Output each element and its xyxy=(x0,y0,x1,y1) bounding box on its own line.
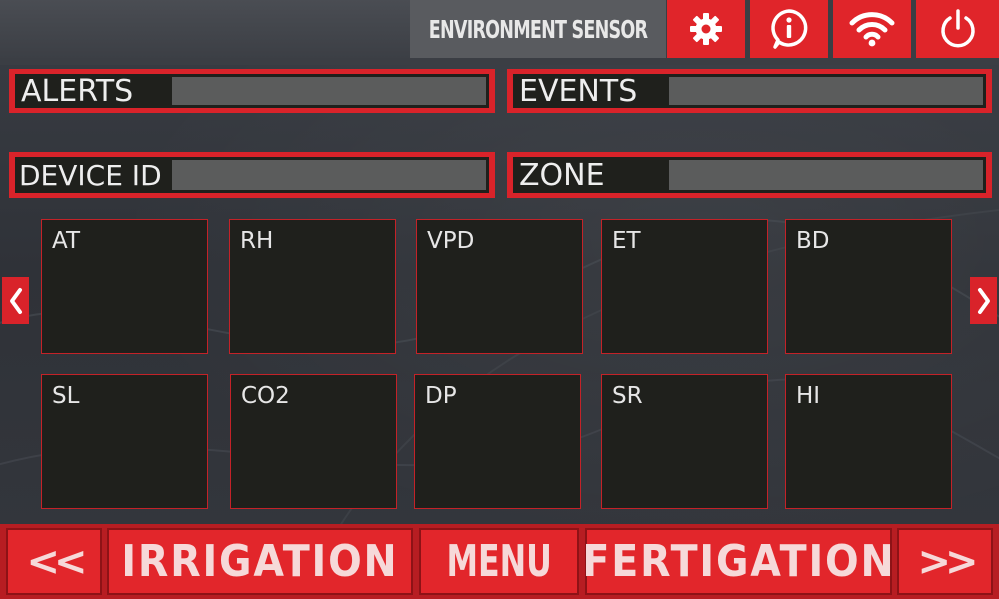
tile-label: SR xyxy=(612,383,643,409)
info-icon xyxy=(771,9,808,49)
sensor-tile-hi[interactable]: HI xyxy=(785,374,952,509)
tile-label: RH xyxy=(240,228,274,254)
double-chevron-left-icon: << xyxy=(26,538,87,585)
device-id-panel: DEVICE ID xyxy=(15,157,489,193)
double-chevron-right-icon: >> xyxy=(917,538,978,585)
sensor-tile-sr[interactable]: SR xyxy=(601,374,768,509)
header-title-box: ENVIRONMENT SENSOR xyxy=(410,0,666,58)
settings-button[interactable] xyxy=(667,0,745,58)
page-next-button[interactable] xyxy=(970,277,997,324)
nav-prev-button[interactable]: << xyxy=(6,528,102,595)
page-prev-button[interactable] xyxy=(2,277,29,324)
sensor-tile-sl[interactable]: SL xyxy=(41,374,208,509)
events-field xyxy=(669,77,983,105)
info-button[interactable] xyxy=(750,0,828,58)
device-id-field xyxy=(172,160,486,190)
zone-field xyxy=(669,160,983,190)
page-title: ENVIRONMENT SENSOR xyxy=(428,14,648,44)
sensor-tile-dp[interactable]: DP xyxy=(414,374,581,509)
tile-label: CO2 xyxy=(241,383,290,409)
menu-label: MENU xyxy=(446,536,552,587)
sensor-tile-bd[interactable]: BD xyxy=(785,219,952,354)
wifi-icon xyxy=(849,12,895,47)
zone-row: ZONE xyxy=(507,152,992,198)
fertigation-button[interactable]: FERTIGATION xyxy=(581,528,896,595)
gear-icon xyxy=(690,13,722,45)
tile-label: ET xyxy=(612,228,641,254)
events-label: EVENTS xyxy=(519,73,638,109)
zone-panel: ZONE xyxy=(513,157,986,193)
header-spacer xyxy=(0,0,410,58)
nav-next-button[interactable]: >> xyxy=(897,528,993,595)
events-row: EVENTS xyxy=(507,69,992,113)
tile-label: AT xyxy=(52,228,80,254)
tile-label: BD xyxy=(796,228,830,254)
chevron-left-icon xyxy=(9,287,22,314)
zone-label: ZONE xyxy=(519,157,605,193)
device-id-row: DEVICE ID xyxy=(9,152,495,198)
tile-label: SL xyxy=(52,383,80,409)
tile-label: HI xyxy=(796,383,821,409)
irrigation-button[interactable]: IRRIGATION xyxy=(107,528,413,595)
header-bar: ENVIRONMENT SENSOR xyxy=(0,0,999,58)
irrigation-label: IRRIGATION xyxy=(121,536,399,587)
device-id-label: DEVICE ID xyxy=(19,158,162,192)
header-divider xyxy=(0,58,999,65)
chevron-right-icon xyxy=(977,287,990,314)
sensor-tile-at[interactable]: AT xyxy=(41,219,208,354)
sensor-tile-rh[interactable]: RH xyxy=(229,219,396,354)
alerts-row: ALERTS xyxy=(9,69,495,113)
power-button[interactable] xyxy=(916,0,999,58)
power-icon xyxy=(940,9,975,48)
alerts-panel: ALERTS xyxy=(15,73,489,109)
alerts-label: ALERTS xyxy=(21,73,134,109)
fertigation-label: FERTIGATION xyxy=(581,536,896,587)
menu-button[interactable]: MENU xyxy=(419,528,579,595)
tile-label: DP xyxy=(425,383,457,409)
sensor-tile-co2[interactable]: CO2 xyxy=(230,374,397,509)
wifi-button[interactable] xyxy=(833,0,911,58)
sensor-tile-vpd[interactable]: VPD xyxy=(416,219,583,354)
tile-label: VPD xyxy=(427,228,475,254)
events-panel: EVENTS xyxy=(513,73,986,109)
alerts-field xyxy=(172,77,486,105)
sensor-tile-et[interactable]: ET xyxy=(601,219,768,354)
